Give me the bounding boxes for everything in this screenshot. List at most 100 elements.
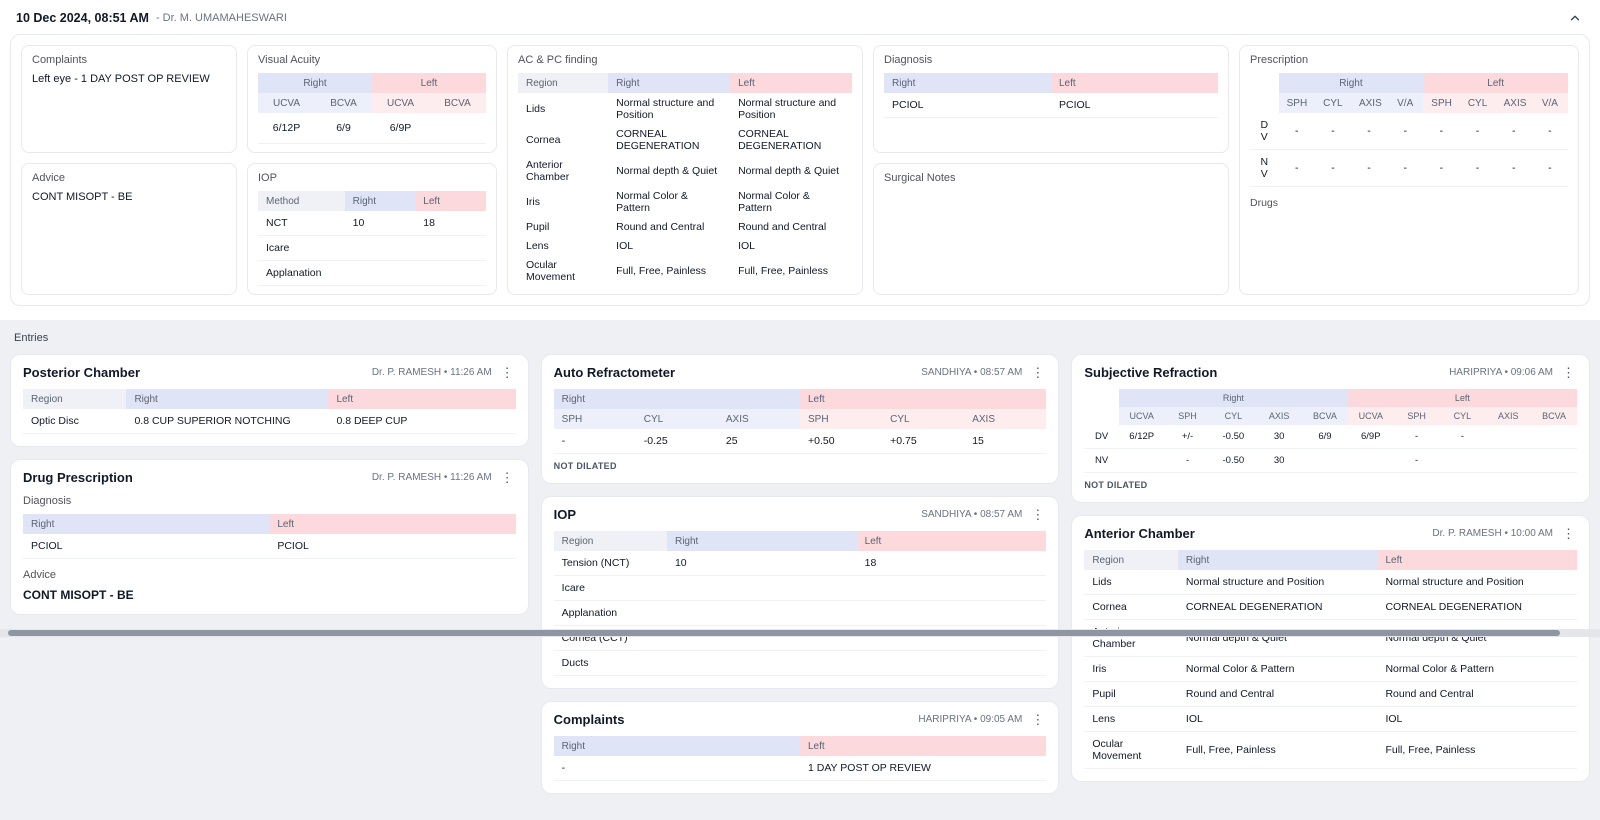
row-label: Iris [1084,657,1178,682]
entry-card-drug-prescription: Drug Prescription Dr. P. RAMESH • 11:26 … [10,459,529,615]
kebab-menu-icon[interactable]: ⋮ [499,366,516,379]
table-row: Anterior ChamberNormal depth & QuietNorm… [518,155,852,186]
table-row: PupilRound and CentralRound and Central [518,217,852,236]
table-cell [667,576,857,601]
table-row: LidsNormal structure and PositionNormal … [518,93,852,124]
table-cell: 6/9P [1348,425,1394,449]
horizontal-scrollbar[interactable] [0,629,1600,637]
table-cell: - [1423,113,1459,150]
visit-doctor: - Dr. M. UMAMAHESWARI [156,12,287,24]
table-cell: - [1165,449,1211,473]
table-row: 6/12P6/96/9P [258,113,486,144]
table-cell: Full, Free, Painless [1178,732,1378,769]
column-header: Right [1119,389,1348,407]
table-row: Applanation [258,261,486,286]
table-cell: 6/12P [1119,425,1165,449]
kebab-menu-icon[interactable]: ⋮ [1560,527,1577,540]
table-cell: Full, Free, Painless [730,255,852,286]
row-label: NCT [258,211,345,236]
column-header [1084,407,1118,425]
summary-card-complaints: Complaints Left eye - 1 DAY POST OP REVI… [21,45,237,153]
auto-refractometer-table: RightLeftSPHCYLAXISSPHCYLAXIS--0.2525+0.… [554,389,1047,454]
table-cell [857,601,1047,626]
column-header: Right [667,531,857,551]
column-header: Left [1051,73,1218,93]
column-header: AXIS [1351,93,1387,113]
chevron-up-icon[interactable] [1568,11,1582,25]
row-label: Ocular Movement [1084,732,1178,769]
kebab-menu-icon[interactable]: ⋮ [499,471,516,484]
column-header: Right [608,73,730,93]
entry-author-time: HARIPRIYA • 09:05 AM [918,714,1022,725]
table-cell: - [1394,449,1440,473]
kebab-menu-icon[interactable]: ⋮ [1029,508,1046,521]
entry-author-time: Dr. P. RAMESH • 10:00 AM [1432,528,1553,539]
column-header: Left [269,514,515,534]
diagnosis-sub-label: Diagnosis [23,495,516,507]
table-cell: 10 [667,551,857,576]
entries-section: Entries Posterior Chamber Dr. P. RAMESH … [0,320,1600,820]
scrollbar-thumb[interactable] [8,630,1560,636]
column-header: Region [518,73,608,93]
table-cell: Normal depth & Quiet [1178,620,1378,657]
kebab-menu-icon[interactable]: ⋮ [1029,713,1046,726]
column-header: AXIS [1485,407,1531,425]
table-cell: 1 DAY POST OP REVIEW [800,756,1046,781]
table-cell: PCIOL [1051,93,1218,118]
column-header: Region [1084,550,1178,570]
table-row: NV-------- [1250,150,1568,187]
table-cell: - [554,756,800,781]
entries-column-1: Posterior Chamber Dr. P. RAMESH • 11:26 … [10,354,529,615]
column-header: Method [258,191,345,211]
table-cell: 0.8 CUP SUPERIOR NOTCHING [126,409,328,434]
column-header: Left [857,531,1047,551]
kebab-menu-icon[interactable]: ⋮ [1560,366,1577,379]
table-cell: 30 [1256,449,1302,473]
column-header: Left [800,389,1046,409]
table-cell: - [1423,150,1459,187]
table-cell: PCIOL [269,534,515,559]
iop-summary-table: MethodRightLeftNCT1018IcareApplanation [258,191,486,286]
column-header: Left [415,191,486,211]
table-cell [667,651,857,676]
column-header: SPH [1423,93,1459,113]
table-cell: NV [1084,449,1118,473]
row-label: Lens [518,236,608,255]
table-cell: 0.8 DEEP CUP [328,409,515,434]
kebab-menu-icon[interactable]: ⋮ [1029,366,1046,379]
table-row: PCIOLPCIOL [23,534,516,559]
row-label: Icare [258,236,345,261]
column-header: Left [328,389,515,409]
visual-acuity-table: RightLeftUCVABCVAUCVABCVA6/12P6/96/9P [258,73,486,144]
row-label: Ducts [554,651,667,676]
table-cell: - [1315,113,1351,150]
column-header: AXIS [1256,407,1302,425]
table-row: LensIOLIOL [1084,707,1577,732]
table-row: Applanation [554,601,1047,626]
entry-title: Anterior Chamber [1084,526,1195,541]
table-cell: - [1532,150,1568,187]
table-cell: CORNEAL DEGENERATION [1377,595,1577,620]
column-header: SPH [1165,407,1211,425]
entry-card-header: Posterior Chamber Dr. P. RAMESH • 11:26 … [23,365,516,380]
card-title: Diagnosis [884,54,1218,66]
column-header: AXIS [964,409,1046,429]
entry-card-header: Anterior Chamber Dr. P. RAMESH • 10:00 A… [1084,526,1577,541]
summary-card-advice: Advice CONT MISOPT - BE [21,163,237,295]
drugs-label: Drugs [1250,197,1568,209]
column-header: CYL [1440,407,1486,425]
table-row: NV--0.5030- [1084,449,1577,473]
visit-summary-section: 10 Dec 2024, 08:51 AM - Dr. M. UMAMAHESW… [0,0,1600,320]
column-header: CYL [882,409,964,429]
column-header: AXIS [1496,93,1532,113]
table-cell [857,576,1047,601]
table-cell: - [1387,113,1423,150]
entries-grid: Posterior Chamber Dr. P. RAMESH • 11:26 … [10,354,1590,794]
table-cell: Normal depth & Quiet [1377,620,1577,657]
table-cell: Round and Central [1178,682,1378,707]
column-header: BCVA [1531,407,1577,425]
entry-title: IOP [554,507,576,522]
column-header: UCVA [372,93,429,113]
summary-card-visual-acuity: Visual Acuity RightLeftUCVABCVAUCVABCVA6… [247,45,497,153]
subjective-refraction-table: RightLeftUCVASPHCYLAXISBCVAUCVASPHCYLAXI… [1084,389,1577,473]
